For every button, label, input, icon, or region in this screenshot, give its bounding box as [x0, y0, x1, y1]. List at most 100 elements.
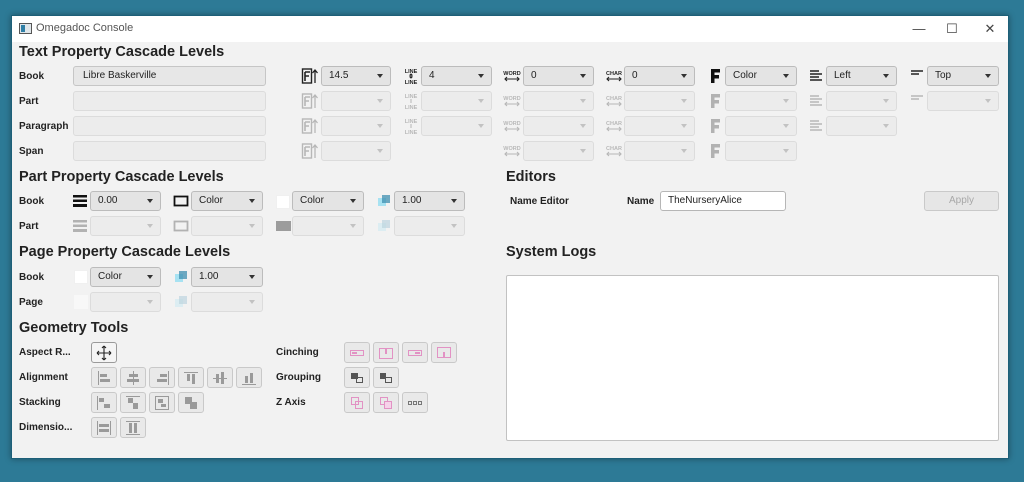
align-left-button[interactable] [91, 367, 117, 388]
text-part-valign-select[interactable] [927, 91, 999, 111]
close-button[interactable]: ✕ [980, 20, 1000, 38]
line-icon-text-bottom: LINE [405, 80, 418, 85]
stack-vertical-button[interactable] [120, 392, 146, 413]
line-spacing-icon: LINE LINE [402, 67, 420, 85]
text-paragraph-size-select[interactable] [321, 116, 391, 136]
match-height-button[interactable] [120, 417, 146, 438]
cinch-top-button[interactable] [373, 342, 399, 363]
line-icon-text-bottom: LINE [405, 130, 418, 135]
bring-forward-button[interactable] [344, 392, 370, 413]
text-cascade-title: Text Property Cascade Levels [19, 44, 225, 60]
align-center-button[interactable] [120, 367, 146, 388]
text-book-word-select[interactable]: 0 [523, 66, 594, 86]
page-fill-swatch [74, 295, 88, 309]
align-right-button[interactable] [149, 367, 175, 388]
text-span-char-select[interactable] [624, 141, 695, 161]
text-part-word-select[interactable] [523, 91, 594, 111]
part-part-fill-select[interactable] [292, 216, 364, 236]
page-page-opacity-select[interactable] [191, 292, 263, 312]
align-middle-button[interactable] [207, 367, 233, 388]
font-size-icon [301, 67, 319, 85]
page-page-fill-select[interactable] [90, 292, 161, 312]
minimize-button[interactable]: — [909, 20, 929, 38]
text-part-line-select[interactable] [421, 91, 492, 111]
text-paragraph-word-select[interactable] [523, 116, 594, 136]
send-backward-button[interactable] [373, 392, 399, 413]
part-fill-swatch [276, 195, 290, 209]
ungroup-button[interactable] [373, 367, 399, 388]
vertical-align-icon [908, 67, 926, 85]
part-part-opacity-select[interactable] [394, 216, 465, 236]
z-order-list-button[interactable] [402, 392, 428, 413]
cinch-left-button[interactable] [344, 342, 370, 363]
part-book-stroke-select[interactable]: Color [191, 191, 263, 211]
page-book-opacity-select[interactable]: 1.00 [191, 267, 263, 287]
text-paragraph-line-select[interactable] [421, 116, 492, 136]
text-fill-icon [706, 117, 724, 135]
part-book-opacity-select[interactable]: 1.00 [394, 191, 465, 211]
text-fill-icon [706, 92, 724, 110]
stack-cascade-button[interactable] [178, 392, 204, 413]
text-book-line-select[interactable]: 4 [421, 66, 492, 86]
word-spacing-icon: WORD [503, 92, 521, 110]
text-span-font-field[interactable] [73, 141, 266, 161]
text-part-align-select[interactable] [826, 91, 897, 111]
z-axis-label: Z Axis [276, 397, 306, 408]
system-logs-area[interactable] [506, 275, 999, 441]
maximize-button[interactable]: ☐ [942, 20, 962, 38]
text-book-size-select[interactable]: 14.5 [321, 66, 391, 86]
match-width-button[interactable] [91, 417, 117, 438]
stroke-color-icon [172, 217, 190, 235]
text-book-char-select[interactable]: 0 [624, 66, 695, 86]
text-book-align-select[interactable]: Left [826, 66, 897, 86]
name-editor-label: Name Editor [510, 196, 569, 207]
stack-horizontal-button[interactable] [91, 392, 117, 413]
line-icon-text-bottom: LINE [405, 105, 418, 110]
part-row-book-label: Book [19, 196, 44, 207]
align-top-button[interactable] [178, 367, 204, 388]
part-cascade-title: Part Property Cascade Levels [19, 169, 224, 185]
group-button[interactable] [344, 367, 370, 388]
text-paragraph-align-select[interactable] [826, 116, 897, 136]
opacity-icon [173, 293, 191, 311]
char-icon-text: CHAR [606, 71, 622, 77]
cinch-right-button[interactable] [402, 342, 428, 363]
text-align-icon [807, 67, 825, 85]
text-part-char-select[interactable] [624, 91, 695, 111]
align-bottom-button[interactable] [236, 367, 262, 388]
part-book-fill-select[interactable]: Color [292, 191, 364, 211]
text-span-word-select[interactable] [523, 141, 594, 161]
aspect-ratio-button[interactable] [91, 342, 117, 363]
part-book-stroke-width-select[interactable]: 0.00 [90, 191, 161, 211]
stacking-label: Stacking [19, 397, 61, 408]
text-book-fill-select[interactable]: Color [725, 66, 797, 86]
line-spacing-icon: LINE LINE [402, 92, 420, 110]
text-part-fill-select[interactable] [725, 91, 797, 111]
text-part-font-field[interactable] [73, 91, 266, 111]
part-part-stroke-select[interactable] [191, 216, 263, 236]
char-spacing-icon: CHAR [605, 92, 623, 110]
cinch-bottom-button[interactable] [431, 342, 457, 363]
text-part-size-select[interactable] [321, 91, 391, 111]
page-book-fill-select[interactable]: Color [90, 267, 161, 287]
text-paragraph-char-select[interactable] [624, 116, 695, 136]
cinching-label: Cinching [276, 347, 319, 358]
char-icon-text: CHAR [606, 146, 622, 152]
name-input[interactable]: TheNurseryAlice [660, 191, 786, 211]
part-part-stroke-width-select[interactable] [90, 216, 161, 236]
aspect-ratio-label: Aspect R... [19, 347, 71, 358]
text-paragraph-fill-select[interactable] [725, 116, 797, 136]
system-logs-title: System Logs [506, 244, 597, 260]
apply-button[interactable]: Apply [924, 191, 999, 211]
text-book-font-field[interactable]: Libre Baskerville [73, 66, 266, 86]
text-book-valign-select[interactable]: Top [927, 66, 999, 86]
char-spacing-icon: CHAR [605, 142, 623, 160]
line-spacing-icon: LINE LINE [402, 117, 420, 135]
stack-distribute-button[interactable] [149, 392, 175, 413]
char-spacing-icon: CHAR [605, 117, 623, 135]
text-paragraph-font-field[interactable] [73, 116, 266, 136]
text-span-size-select[interactable] [321, 141, 391, 161]
text-row-span-label: Span [19, 146, 44, 157]
text-span-fill-select[interactable] [725, 141, 797, 161]
stroke-width-icon [71, 192, 89, 210]
